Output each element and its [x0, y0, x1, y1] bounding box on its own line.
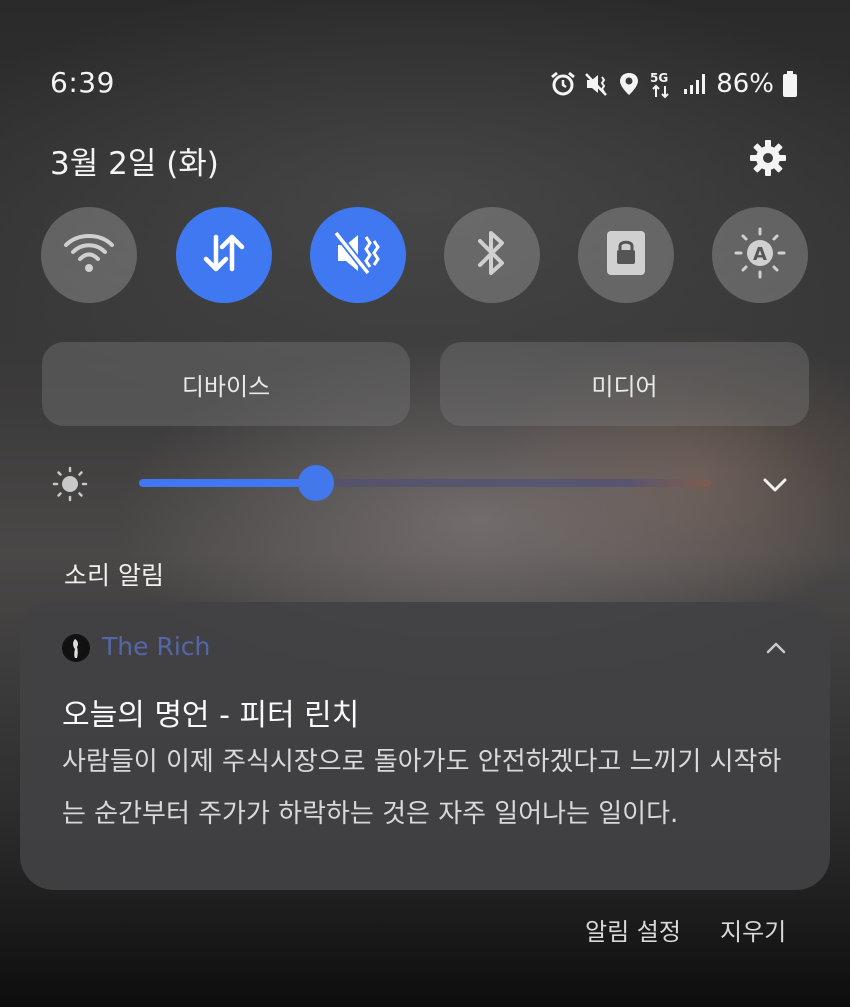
section-label: 소리 알림 — [64, 561, 164, 590]
notification-title: 오늘의 명언 - 피터 린치 — [62, 698, 360, 733]
bluetooth-toggle[interactable] — [444, 207, 540, 303]
notification-body: 사람들이 이제 주식시장으로 돌아가도 안전하겠다고 느끼기 시작하는 순간부터… — [62, 747, 782, 829]
location-icon — [618, 71, 640, 97]
brightness-slider-fill — [139, 479, 317, 487]
devices-button-label: 디바이스 — [181, 372, 271, 401]
notification-app-name: The Rich — [102, 632, 211, 661]
screen-lock-toggle[interactable] — [578, 207, 674, 303]
wifi-icon — [62, 231, 116, 279]
vibrate-status-icon — [584, 71, 610, 97]
wifi-toggle[interactable] — [41, 207, 137, 303]
battery-icon — [782, 70, 798, 98]
notification-settings-button[interactable]: 알림 설정 — [585, 912, 681, 947]
sound-mode-toggle[interactable] — [310, 207, 406, 303]
network-type-label: 5G — [650, 71, 668, 85]
brightness-sun-icon — [52, 466, 88, 502]
signal-icon — [682, 72, 706, 96]
up-down-arrows-icon — [200, 229, 248, 281]
auto-brightness-icon: A — [732, 225, 788, 285]
date: 3월 2일 (화) — [50, 146, 219, 182]
bluetooth-icon — [472, 227, 512, 283]
battery-percent: 86% — [716, 69, 774, 99]
settings-gear-icon[interactable] — [748, 138, 788, 178]
status-time: 6:39 — [50, 66, 115, 99]
chevron-down-icon[interactable] — [760, 470, 790, 500]
brightness-slider-thumb[interactable] — [298, 465, 335, 501]
devices-button[interactable]: 디바이스 — [42, 342, 410, 426]
clear-all-button[interactable]: 지우기 — [720, 912, 786, 947]
vibrate-icon — [332, 227, 384, 283]
media-button-label: 미디어 — [591, 372, 658, 401]
alarm-icon — [550, 71, 576, 97]
5g-data-icon: 5G — [648, 69, 674, 99]
status-icons: 5G 86% — [550, 66, 798, 102]
lock-icon — [605, 227, 647, 283]
chevron-up-icon[interactable] — [762, 634, 790, 662]
app-icon — [62, 634, 90, 662]
auto-brightness-toggle[interactable]: A — [712, 207, 808, 303]
svg-text:A: A — [753, 244, 767, 265]
media-button[interactable]: 미디어 — [440, 342, 809, 426]
mobile-data-toggle[interactable] — [176, 207, 272, 303]
